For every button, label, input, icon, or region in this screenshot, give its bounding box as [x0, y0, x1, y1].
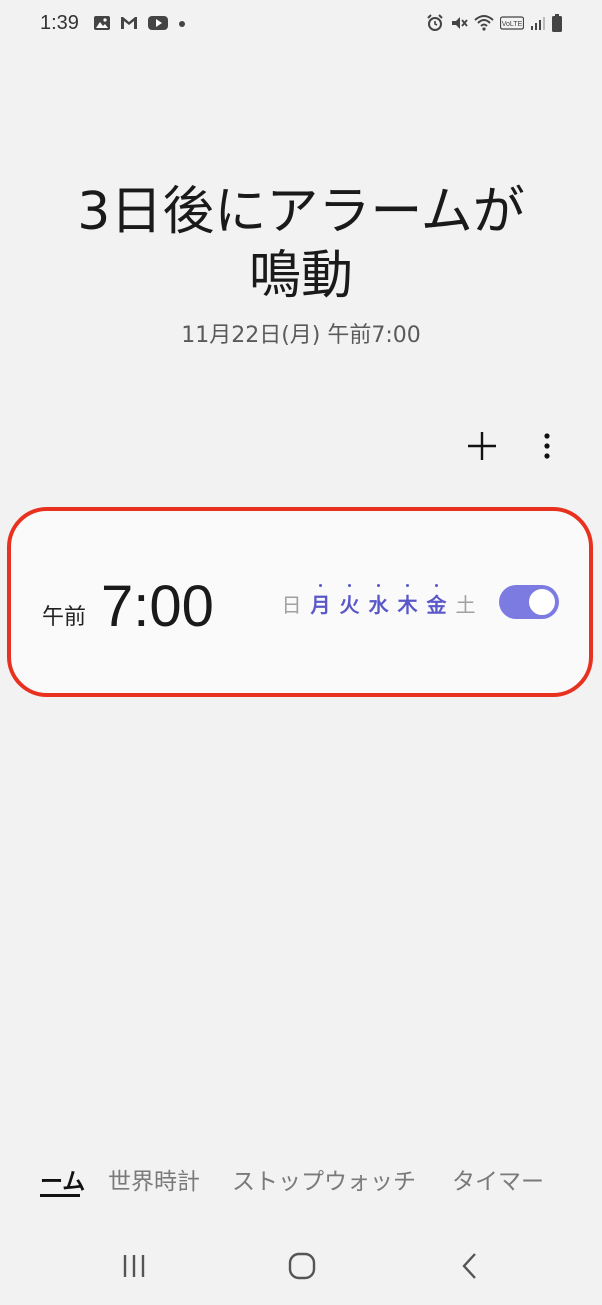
- recents-button[interactable]: [116, 1248, 152, 1284]
- alarm-repeat-days: 日 月 火 水 木 金 土: [279, 584, 478, 619]
- next-alarm-headline: 3日後にアラームが 鳴動: [0, 180, 602, 308]
- tab-stopwatch[interactable]: ストップウォッチ: [232, 1162, 416, 1196]
- status-left-icons: [93, 14, 187, 32]
- status-time: 1:39: [40, 12, 79, 34]
- tab-timer[interactable]: タイマー: [452, 1162, 544, 1196]
- youtube-icon: [147, 14, 169, 32]
- day-mon: 月: [308, 584, 333, 619]
- tab-world-clock[interactable]: 世界時計: [108, 1162, 200, 1196]
- day-tue: 火: [337, 584, 362, 619]
- toggle-knob: [527, 587, 557, 617]
- system-navbar: [0, 1230, 602, 1300]
- add-alarm-button[interactable]: [464, 428, 500, 464]
- headline-line-2: 鳴動: [248, 246, 353, 306]
- wifi-icon: [474, 14, 494, 32]
- volte-icon: VoLTE: [500, 14, 524, 32]
- bottom-tabs: ーム 世界時計 ストップウォッチ タイマー: [0, 1150, 602, 1200]
- more-vertical-icon: [544, 433, 550, 459]
- battery-icon: [552, 14, 562, 32]
- recents-icon: [123, 1255, 145, 1277]
- gmail-icon: [119, 14, 139, 32]
- back-icon: [462, 1253, 476, 1279]
- home-button[interactable]: [284, 1248, 320, 1284]
- alarm-time: 7:00: [101, 574, 214, 639]
- plus-icon: [468, 432, 496, 460]
- headline-line-1: 3日後にアラームが: [77, 182, 525, 242]
- day-fri: 金: [424, 584, 449, 619]
- mute-icon: [450, 14, 468, 32]
- day-sun: 日: [281, 593, 302, 617]
- more-options-button[interactable]: [536, 428, 558, 464]
- alarm-toggle[interactable]: [499, 585, 559, 619]
- status-bar: 1:39 VoLTE: [0, 0, 602, 50]
- tab-active-indicator: [40, 1194, 80, 1197]
- tab-alarm[interactable]: ーム: [40, 1162, 85, 1196]
- home-icon: [288, 1252, 316, 1280]
- status-right-icons: VoLTE: [426, 14, 562, 32]
- alarm-ampm: 午前: [42, 605, 87, 630]
- signal-icon: [530, 14, 546, 32]
- next-alarm-datetime: 11月22日(月) 午前7:00: [181, 323, 421, 348]
- alarm-icon: [426, 14, 444, 32]
- alarm-card[interactable]: 午前 7:00 日 月 火 水 木 金 土: [7, 507, 593, 697]
- day-sat: 土: [455, 593, 476, 617]
- dot-icon: [177, 14, 187, 32]
- back-button[interactable]: [452, 1248, 488, 1284]
- day-wed: 水: [366, 584, 391, 619]
- day-thu: 木: [395, 584, 420, 619]
- volte-label: VoLTE: [502, 21, 523, 28]
- image-icon: [93, 14, 111, 32]
